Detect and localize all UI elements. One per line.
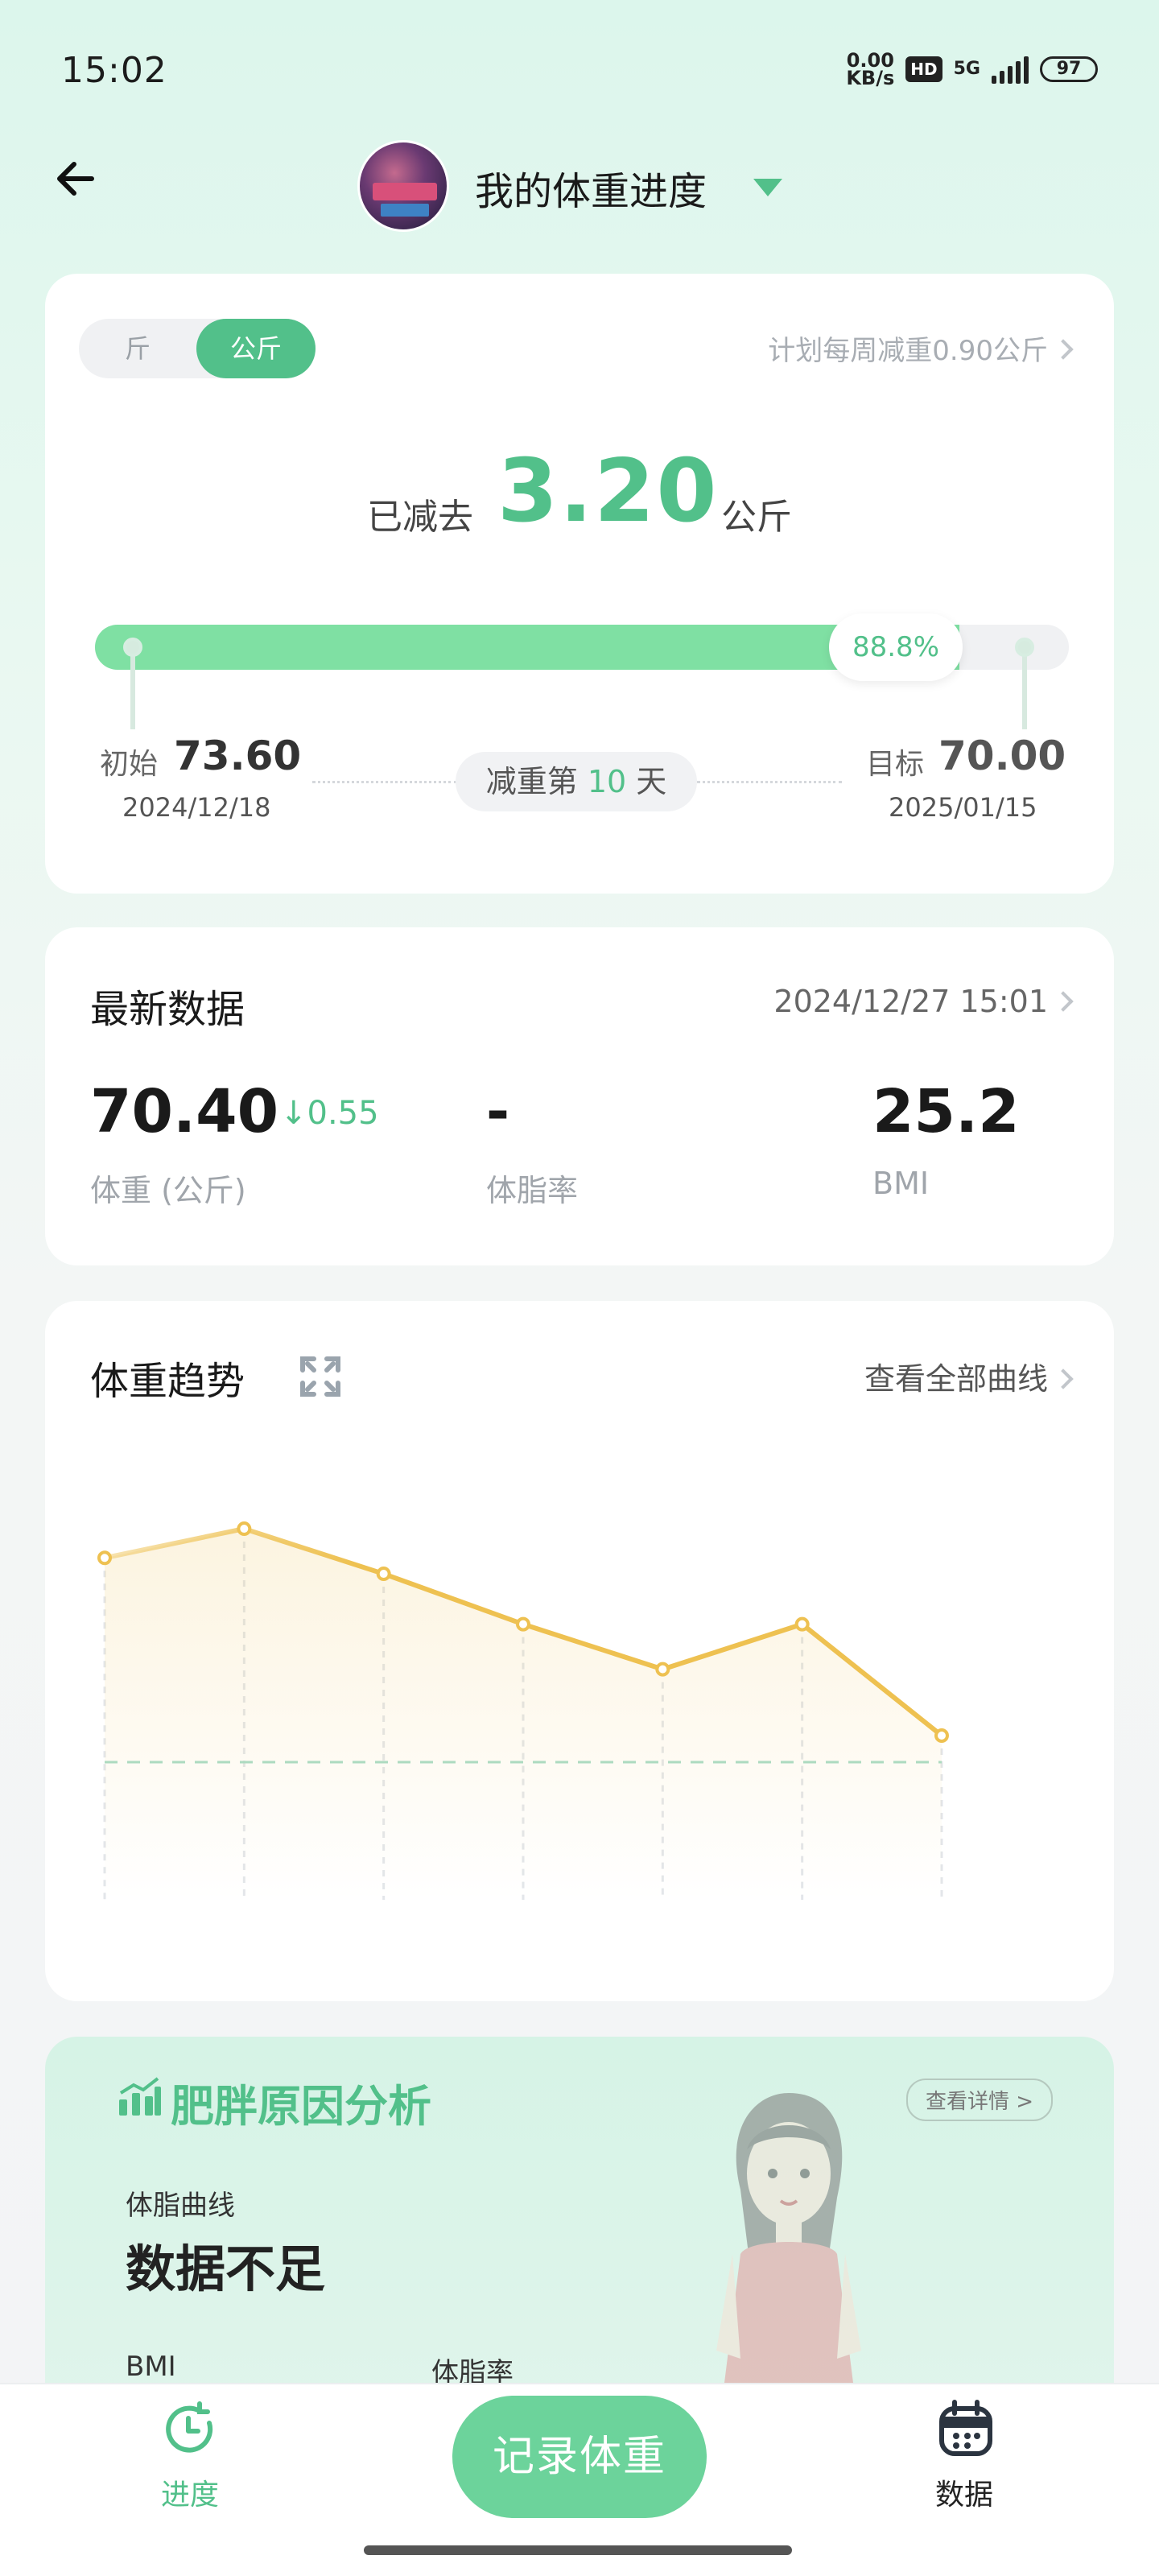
latest-title: 最新数据: [90, 987, 245, 1032]
calendar-data-icon[interactable]: [935, 2399, 996, 2460]
day-counter: 减重第 10 天: [456, 752, 697, 811]
divider-dotted: [312, 781, 457, 783]
analysis-bmi-label: BMI: [126, 2351, 176, 2383]
trend-title: 体重趋势: [90, 1359, 245, 1404]
day-suffix: 天: [626, 764, 667, 799]
day-number: 10: [587, 764, 627, 799]
view-all-curves-link[interactable]: 查看全部曲线: [864, 1354, 1074, 1398]
analysis-details-button[interactable]: 查看详情 >: [906, 2079, 1054, 2121]
start-date: 2024/12/18: [122, 792, 271, 823]
chart-area: [105, 1529, 942, 1900]
chevron-right-icon: [1053, 991, 1074, 1012]
nav-data-label[interactable]: 数据: [935, 2471, 993, 2513]
chart-point[interactable]: [934, 1728, 949, 1743]
hd-icon: HD: [905, 56, 942, 82]
start-label: 初始: [100, 748, 159, 781]
bar-chart-icon: [119, 2077, 161, 2116]
weekly-plan-text: 计划每周减重0.90公斤: [768, 335, 1048, 367]
home-indicator: [364, 2545, 792, 2555]
status-time: 15:02: [61, 50, 167, 91]
net-speed: 0.00 KB/s: [846, 51, 895, 89]
unit-option-kg[interactable]: 公斤: [196, 319, 316, 378]
record-weight-button[interactable]: 记录体重: [452, 2396, 707, 2518]
target-date: 2025/01/15: [889, 792, 1037, 823]
view-all-curves-text: 查看全部曲线: [864, 1361, 1048, 1397]
bmi-label: BMI: [872, 1166, 930, 1201]
back-arrow-icon[interactable]: [50, 153, 101, 204]
target-label: 目标: [866, 748, 925, 781]
page-title[interactable]: 我的体重进度: [475, 159, 707, 216]
lost-unit: 公斤: [721, 497, 792, 538]
progress-percent: 88.8%: [829, 613, 963, 681]
divider-dotted: [697, 781, 842, 783]
weight-value: 70.40: [90, 1077, 279, 1146]
start-pin-head: [123, 638, 142, 657]
chevron-right-icon: [1053, 1368, 1074, 1389]
weekly-plan-link[interactable]: 计划每周减重0.90公斤: [768, 328, 1074, 368]
analysis-title: 肥胖原因分析: [171, 2081, 431, 2132]
target-pin-head: [1015, 638, 1034, 657]
weight-delta: ↓0.55: [280, 1095, 379, 1132]
signal-icon: [992, 55, 1029, 84]
battery-icon: 97: [1040, 56, 1098, 82]
latest-timestamp-link[interactable]: 2024/12/27 15:01: [773, 984, 1074, 1019]
chart-point[interactable]: [97, 1550, 112, 1566]
insufficient-data-text: 数据不足: [126, 2240, 326, 2298]
bodyfat-value: -: [486, 1079, 510, 1145]
chart-point[interactable]: [376, 1567, 391, 1582]
chart-point[interactable]: [237, 1521, 252, 1537]
chart-point[interactable]: [655, 1662, 670, 1677]
weight-trend-chart: [97, 1521, 949, 1900]
net-speed-unit: KB/s: [846, 67, 895, 89]
chevron-right-icon: [1053, 339, 1074, 360]
bodyfat-curve-label: 体脂曲线: [126, 2190, 235, 2222]
network-type: 5G: [953, 59, 980, 79]
day-prefix: 减重第: [485, 764, 588, 799]
weight-label: 体重 (公斤): [90, 1173, 246, 1208]
latest-timestamp: 2024/12/27 15:01: [773, 984, 1048, 1019]
progress-clock-icon[interactable]: [159, 2399, 221, 2460]
target-pin: [1022, 649, 1027, 729]
nav-progress-label[interactable]: 进度: [161, 2471, 219, 2513]
chart-point[interactable]: [794, 1616, 810, 1632]
status-icons: 0.00 KB/s HD 5G 97: [846, 51, 1098, 89]
dropdown-caret-icon[interactable]: [753, 179, 782, 196]
bmi-value: 25.2: [872, 1077, 1020, 1146]
lost-value: 3.20: [497, 441, 719, 542]
start-weight: 73.60: [174, 733, 302, 779]
bodyfat-label: 体脂率: [486, 1173, 579, 1208]
unit-option-jin[interactable]: 斤: [79, 319, 196, 378]
start-pin: [130, 649, 135, 729]
girl-illustration: [716, 2093, 861, 2383]
target-weight: 70.00: [938, 733, 1066, 779]
avatar[interactable]: [357, 140, 449, 232]
fullscreen-icon[interactable]: [296, 1352, 344, 1401]
lost-label: 已减去: [367, 497, 473, 538]
chart-point[interactable]: [516, 1616, 530, 1632]
